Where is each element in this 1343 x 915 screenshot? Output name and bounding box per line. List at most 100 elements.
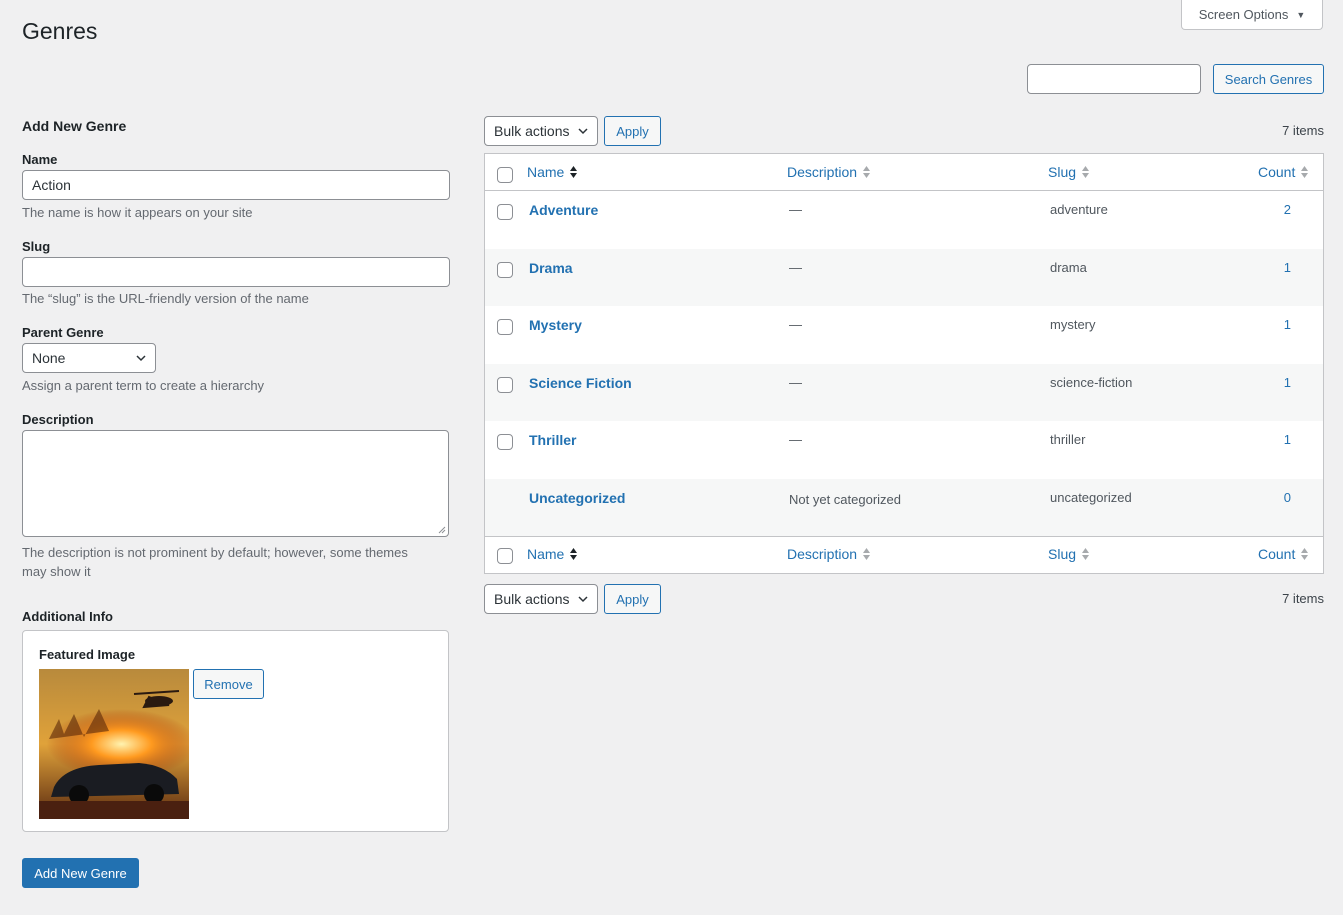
- column-count-label: Count: [1258, 164, 1296, 180]
- row-count-link[interactable]: 1: [1275, 375, 1291, 390]
- name-label: Name: [22, 152, 58, 167]
- table-row: Adventure — adventure 2: [485, 191, 1323, 249]
- column-slug-footer[interactable]: Slug: [1048, 546, 1090, 562]
- row-slug: thriller: [1050, 432, 1086, 447]
- row-description: Not yet categorized: [789, 491, 902, 507]
- search-input[interactable]: [1027, 64, 1201, 94]
- genres-table: Name Description Slug Count Adventure — …: [484, 153, 1324, 574]
- column-name-header[interactable]: Name: [527, 164, 578, 180]
- column-name-label: Name: [527, 546, 565, 562]
- row-name-link[interactable]: Drama: [529, 260, 573, 276]
- add-genre-heading: Add New Genre: [22, 118, 127, 134]
- table-row: Mystery — mystery 1: [485, 306, 1323, 364]
- row-slug: science-fiction: [1050, 374, 1133, 390]
- row-name-link[interactable]: Adventure: [529, 202, 598, 218]
- featured-image-thumbnail: [39, 669, 189, 819]
- chevron-down-icon: [578, 596, 588, 603]
- resize-grip-icon[interactable]: [438, 526, 446, 534]
- sort-arrows-icon: [1082, 166, 1090, 178]
- row-description: —: [789, 374, 802, 390]
- row-checkbox[interactable]: [497, 434, 513, 450]
- additional-info-box: Featured Image Remove: [22, 630, 449, 832]
- row-count-link[interactable]: 0: [1275, 490, 1291, 505]
- row-checkbox[interactable]: [497, 319, 513, 335]
- column-count-header[interactable]: Count: [1258, 164, 1309, 180]
- column-name-footer[interactable]: Name: [527, 546, 578, 562]
- parent-genre-value: None: [32, 350, 66, 366]
- featured-image-picture: [39, 669, 189, 819]
- apply-button-bottom[interactable]: Apply: [604, 584, 661, 614]
- table-footer: Name Description Slug Count: [485, 536, 1323, 573]
- screen-options-button[interactable]: Screen Options ▼: [1181, 0, 1323, 30]
- row-name-link[interactable]: Thriller: [529, 432, 576, 448]
- bulk-actions-select-top[interactable]: Bulk actions: [484, 116, 598, 146]
- additional-info-label: Additional Info: [22, 609, 113, 624]
- row-slug: mystery: [1050, 317, 1096, 332]
- row-slug: uncategorized: [1050, 489, 1132, 505]
- row-name-link[interactable]: Science Fiction: [529, 375, 632, 391]
- chevron-down-icon: [136, 355, 146, 362]
- description-help-line1: The description is not prominent by defa…: [22, 545, 408, 560]
- apply-button-top[interactable]: Apply: [604, 116, 661, 146]
- column-slug-label: Slug: [1048, 546, 1077, 562]
- row-description: —: [789, 317, 802, 332]
- bulk-actions-label: Bulk actions: [494, 123, 570, 139]
- table-row: Uncategorized Not yet categorized uncate…: [485, 478, 1323, 536]
- caret-down-icon: ▼: [1296, 9, 1306, 20]
- items-count-bottom: 7 items: [1282, 591, 1324, 606]
- row-slug: adventure: [1050, 202, 1108, 217]
- items-count-top: 7 items: [1282, 123, 1324, 138]
- row-slug: drama: [1050, 259, 1087, 275]
- row-count-link[interactable]: 2: [1275, 202, 1291, 217]
- bulk-actions-label: Bulk actions: [494, 591, 570, 607]
- sort-asc-icon: [570, 166, 578, 178]
- page-title: Genres: [22, 18, 98, 44]
- slug-label: Slug: [22, 239, 51, 254]
- row-name-link[interactable]: Mystery: [529, 317, 582, 333]
- table-row: Drama — drama 1: [485, 248, 1323, 306]
- row-checkbox[interactable]: [497, 376, 513, 393]
- row-checkbox[interactable]: [497, 261, 513, 278]
- remove-image-button[interactable]: Remove: [193, 669, 264, 699]
- row-name-link[interactable]: Uncategorized: [529, 490, 625, 506]
- screen-options-label: Screen Options: [1198, 7, 1289, 22]
- sort-arrows-icon: [863, 166, 871, 178]
- table-row: Science Fiction — science-fiction 1: [485, 363, 1323, 421]
- column-count-label: Count: [1258, 546, 1296, 562]
- column-description-header[interactable]: Description: [787, 164, 871, 180]
- sort-arrows-icon: [863, 548, 871, 560]
- column-count-footer[interactable]: Count: [1258, 546, 1309, 562]
- column-name-label: Name: [527, 164, 565, 180]
- row-count-link[interactable]: 1: [1275, 260, 1291, 275]
- column-description-label: Description: [787, 546, 858, 562]
- select-all-checkbox[interactable]: [497, 167, 513, 183]
- column-slug-header[interactable]: Slug: [1048, 164, 1090, 180]
- parent-genre-help: Assign a parent term to create a hierarc…: [22, 378, 265, 393]
- table-header: Name Description Slug Count: [485, 154, 1323, 191]
- row-checkbox[interactable]: [497, 204, 513, 220]
- sort-arrows-icon: [1301, 548, 1309, 560]
- sort-arrows-icon: [1301, 166, 1309, 178]
- sort-asc-icon: [570, 548, 578, 560]
- column-slug-label: Slug: [1048, 164, 1077, 180]
- chevron-down-icon: [578, 128, 588, 135]
- row-count-link[interactable]: 1: [1275, 432, 1291, 447]
- description-help-line2: may show it: [22, 564, 91, 579]
- slug-input[interactable]: [22, 257, 450, 287]
- row-description: —: [789, 432, 802, 447]
- add-new-genre-button[interactable]: Add New Genre: [22, 858, 139, 888]
- search-genres-button[interactable]: Search Genres: [1213, 64, 1324, 94]
- description-textarea[interactable]: [22, 430, 449, 537]
- table-row: Thriller — thriller 1: [485, 421, 1323, 479]
- parent-genre-select[interactable]: None: [22, 343, 156, 373]
- description-label: Description: [22, 412, 94, 427]
- row-description: —: [789, 259, 802, 275]
- row-description: —: [789, 202, 802, 217]
- select-all-checkbox-footer[interactable]: [497, 548, 513, 564]
- bulk-actions-select-bottom[interactable]: Bulk actions: [484, 584, 598, 614]
- name-input[interactable]: Action: [22, 170, 450, 200]
- row-count-link[interactable]: 1: [1275, 317, 1291, 332]
- column-description-footer[interactable]: Description: [787, 546, 871, 562]
- sort-arrows-icon: [1082, 548, 1090, 560]
- name-help: The name is how it appears on your site: [22, 205, 253, 220]
